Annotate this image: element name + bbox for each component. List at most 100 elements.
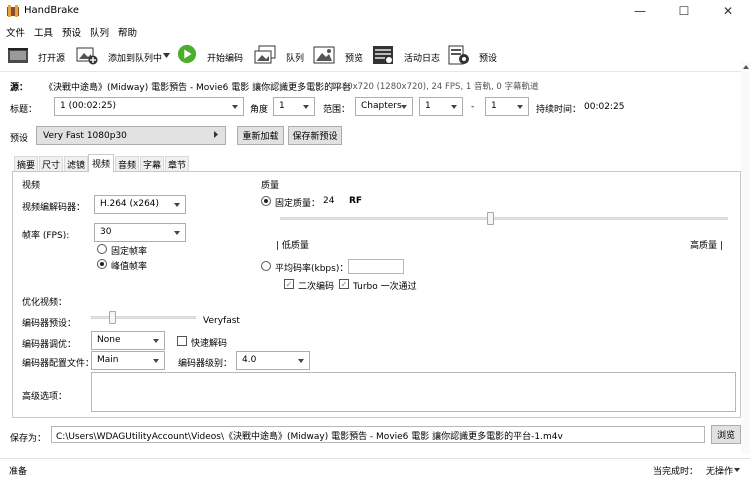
preview-icon[interactable] <box>313 45 335 65</box>
constant-quality-value: 24 <box>323 196 335 206</box>
advanced-options-textarea[interactable] <box>91 372 736 412</box>
title-label: 标题： <box>10 105 38 115</box>
presets-icon[interactable] <box>448 45 470 65</box>
range-label: 范围： <box>323 105 351 115</box>
status-bar: 准备 当完成时： 无操作 <box>0 458 750 480</box>
scroll-up-icon[interactable] <box>743 65 749 69</box>
optimize-section-title: 优化视频： <box>22 298 68 308</box>
menu-bar: 文件 工具 预设 队列 帮助 <box>0 22 750 40</box>
preview-button[interactable]: 预览 <box>345 51 363 64</box>
range-dash: - <box>471 102 475 112</box>
tab-chapters[interactable]: 章节 <box>165 156 189 171</box>
duration-label: 持续时间： <box>536 105 582 115</box>
queue-button[interactable]: 队列 <box>286 51 304 64</box>
when-done-label: 当完成时： <box>653 467 699 477</box>
preset-arrow-icon <box>214 131 218 138</box>
when-done-dropdown-icon[interactable] <box>734 468 740 472</box>
encoder-level-select[interactable]: 4.0 <box>236 351 310 370</box>
average-bitrate-radio[interactable] <box>261 261 271 271</box>
constant-framerate-radio[interactable] <box>97 244 107 254</box>
average-bitrate-label: 平均码率(kbps)： <box>275 264 349 274</box>
source-label: 源： <box>10 83 29 93</box>
menu-help[interactable]: 帮助 <box>118 25 137 39</box>
video-encoder-select[interactable]: H.264 (x264) <box>94 195 186 214</box>
activity-log-button[interactable]: 活动日志 <box>404 51 440 64</box>
queue-icon[interactable] <box>254 45 276 65</box>
source-info: 1280x720 (1280x720), 24 FPS, 1 音軌, 0 字幕軌… <box>331 82 539 92</box>
range-type-select[interactable]: Chapters <box>355 97 413 116</box>
reload-preset-button[interactable]: 重新加载 <box>237 126 284 145</box>
two-pass-checkbox[interactable]: ✓ <box>284 279 294 289</box>
constant-quality-label: 固定质量： <box>275 199 321 209</box>
peak-framerate-radio[interactable] <box>97 259 107 269</box>
tab-summary[interactable]: 摘要 <box>14 156 38 171</box>
fast-decode-label: 快速解码 <box>191 339 228 349</box>
close-button[interactable]: ✕ <box>706 0 750 22</box>
tab-dimensions[interactable]: 尺寸 <box>39 156 63 171</box>
angle-label: 角度 <box>250 105 269 115</box>
quality-slider-track[interactable] <box>280 217 728 220</box>
save-path-input[interactable]: C:\Users\WDAGUtilityAccount\Videos\《決戰中途… <box>51 426 705 443</box>
high-quality-label: 高质量 | <box>690 241 723 251</box>
encoder-label: 视频编解码器： <box>22 203 86 213</box>
quality-section-title: 质量 <box>261 181 280 191</box>
add-to-queue-icon[interactable] <box>76 45 98 65</box>
toolbar: 打开源 添加到队列中 开始编码 队列 预览 活动日志 预设 <box>0 40 750 72</box>
encoder-profile-label: 编码器配置文件： <box>22 359 95 369</box>
tab-video[interactable]: 视频 <box>88 154 114 172</box>
rf-unit: RF <box>349 196 363 206</box>
save-new-preset-button[interactable]: 保存新预设 <box>288 126 342 145</box>
constant-framerate-label: 固定帧率 <box>111 247 148 257</box>
tab-filters[interactable]: 滤镜 <box>64 156 88 171</box>
range-end-select[interactable]: 1 <box>485 97 529 116</box>
minimize-button[interactable]: — <box>618 0 662 22</box>
encoder-tune-select[interactable]: None <box>91 331 165 350</box>
open-source-icon[interactable] <box>7 45 29 65</box>
tab-subtitles[interactable]: 字幕 <box>140 156 164 171</box>
encoder-preset-slider-thumb[interactable] <box>108 311 116 324</box>
vertical-scrollbar[interactable] <box>741 62 750 454</box>
advanced-options-label: 高级选项： <box>22 392 68 402</box>
turbo-first-pass-label: Turbo 一次通过 <box>353 282 417 292</box>
fast-decode-checkbox[interactable] <box>177 336 187 346</box>
preset-selector[interactable]: Very Fast 1080p30 <box>36 126 226 145</box>
quality-slider-thumb[interactable] <box>487 212 495 225</box>
turbo-first-pass-checkbox[interactable]: ✓ <box>339 279 349 289</box>
encoder-tune-label: 编码器调优： <box>22 340 77 350</box>
fps-select[interactable]: 30 <box>94 223 186 242</box>
menu-file[interactable]: 文件 <box>6 25 25 39</box>
menu-queue[interactable]: 队列 <box>90 25 109 39</box>
start-encode-icon[interactable] <box>176 44 198 64</box>
when-done-select[interactable]: 无操作 <box>706 464 733 477</box>
bitrate-input[interactable] <box>348 259 404 274</box>
two-pass-label: 二次编码 <box>298 282 335 292</box>
encoder-preset-value: Veryfast <box>203 316 240 326</box>
video-section-title: 视频 <box>22 181 41 191</box>
status-text: 准备 <box>9 467 28 477</box>
encoder-preset-slider-track[interactable] <box>91 316 196 319</box>
browse-button[interactable]: 浏览 <box>711 425 741 444</box>
tab-audio[interactable]: 音频 <box>115 156 139 171</box>
add-to-queue-button[interactable]: 添加到队列中 <box>108 51 162 64</box>
peak-framerate-label: 峰值帧率 <box>111 262 148 272</box>
low-quality-label: | 低质量 <box>276 241 309 251</box>
maximize-button[interactable]: ☐ <box>662 0 706 22</box>
range-start-select[interactable]: 1 <box>419 97 463 116</box>
save-as-label: 保存为： <box>10 434 47 444</box>
menu-presets[interactable]: 预设 <box>62 25 81 39</box>
activity-log-icon[interactable] <box>372 45 394 65</box>
title-select[interactable]: 1 (00:02:25) <box>54 97 244 116</box>
encoder-preset-label: 编码器预设： <box>22 319 77 329</box>
menu-tools[interactable]: 工具 <box>34 25 53 39</box>
start-encode-button[interactable]: 开始编码 <box>207 51 243 64</box>
presets-button[interactable]: 预设 <box>479 51 497 64</box>
handbrake-logo-icon <box>7 5 19 17</box>
angle-select[interactable]: 1 <box>273 97 315 116</box>
add-queue-dropdown-icon[interactable] <box>163 53 170 58</box>
title-bar: HandBrake — ☐ ✕ <box>0 0 750 22</box>
fps-label: 帧率 (FPS): <box>22 231 70 241</box>
encoder-profile-select[interactable]: Main <box>91 351 165 370</box>
constant-quality-radio[interactable] <box>261 196 271 206</box>
preset-value: Very Fast 1080p30 <box>43 130 127 141</box>
open-source-button[interactable]: 打开源 <box>38 51 65 64</box>
